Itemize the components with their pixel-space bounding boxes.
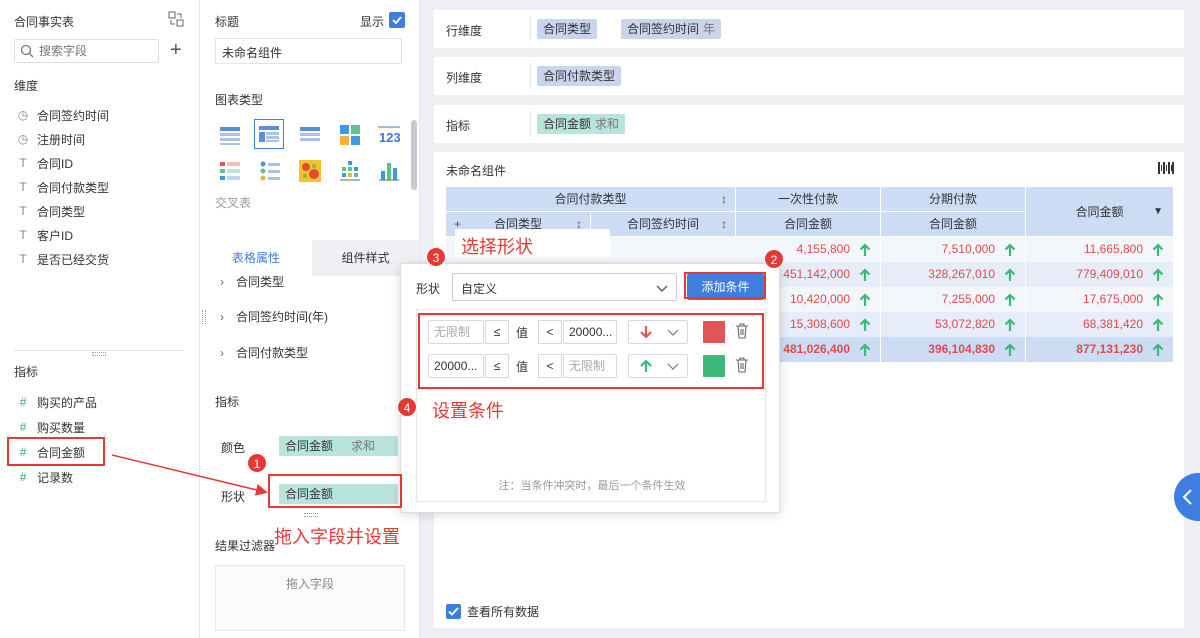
step-badge: 4	[397, 397, 417, 417]
annotation-arrow	[111, 454, 268, 496]
step-badge: 2	[764, 249, 784, 269]
step-3-text: 选择形状	[461, 237, 533, 257]
step-badge: 3	[426, 247, 446, 267]
step-badge: 1	[247, 453, 267, 473]
step-1-text: 拖入字段并设置	[274, 527, 400, 547]
step-4-text: 设置条件	[432, 401, 504, 421]
